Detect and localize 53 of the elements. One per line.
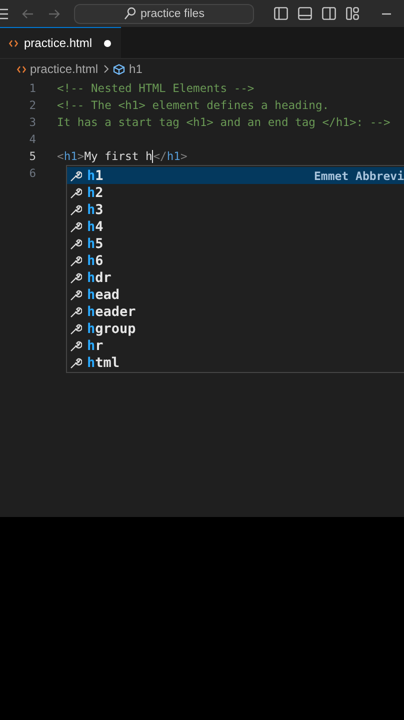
cube-icon: [113, 64, 126, 74]
wrench-icon: [70, 170, 82, 182]
code-line: <!-- Nested HTML Elements -->: [57, 82, 254, 95]
wrench-icon: [70, 322, 82, 334]
line-number: 4: [28, 133, 37, 146]
suggestion-item[interactable]: header: [67, 303, 404, 320]
tab-label: practice.html: [24, 36, 92, 50]
wrench-icon: [70, 220, 82, 232]
wrench-icon: [70, 204, 82, 216]
suggestion-item[interactable]: h5: [67, 235, 404, 252]
minimize-icon[interactable]: [382, 12, 391, 14]
line-number: 5: [28, 150, 37, 163]
wrench-icon: [70, 288, 82, 300]
panel-toggle-icon[interactable]: [298, 7, 312, 20]
code-line: <h1>My first h</h1>: [57, 150, 188, 163]
search-icon: [124, 7, 136, 20]
chevron-icon: [104, 65, 110, 73]
suggestion-item[interactable]: head: [67, 286, 404, 303]
suggestion-item[interactable]: h r: [67, 337, 404, 354]
wrench-icon: [70, 356, 82, 368]
search-field[interactable]: practice files: [74, 4, 254, 24]
wrench-icon: [70, 272, 82, 284]
back-icon[interactable]: [22, 8, 34, 18]
wrench-icon: [70, 238, 82, 250]
suggestion-item[interactable]: hdr: [67, 269, 404, 286]
suggestion-item[interactable]: h4: [67, 218, 404, 235]
code-line: <!-- The <h1> element defines a heading.: [57, 99, 330, 112]
menu-icon[interactable]: [0, 8, 8, 20]
wrench-icon: [70, 186, 82, 198]
code-file-icon: [9, 40, 18, 46]
wrench-icon: [70, 306, 82, 318]
sidebar-toggle-icon[interactable]: [274, 7, 288, 20]
suggestion-item[interactable]: h2: [67, 184, 404, 201]
code-file-icon: [17, 66, 26, 72]
line-number: 6: [28, 167, 37, 180]
breadcrumb-item[interactable]: practice.html: [30, 62, 98, 76]
line-number: 1: [28, 82, 37, 95]
breadcrumb-item[interactable]: h1: [129, 62, 142, 76]
line-number: 2: [28, 99, 37, 112]
forward-icon[interactable]: [48, 8, 60, 18]
secondary-sidebar-icon[interactable]: [322, 7, 336, 20]
code-line: It has a start tag <h1> and an end tag </h1>: -->: [57, 116, 390, 129]
line-number: 3: [28, 116, 37, 129]
editor-tab[interactable]: practice.html: [0, 27, 122, 58]
suggestion-item[interactable]: h1 Emmet Abbrevi: [67, 167, 404, 184]
layout-icon[interactable]: [346, 7, 359, 20]
suggestion-item[interactable]: h3: [67, 201, 404, 218]
suggestion-item[interactable]: h6: [67, 252, 404, 269]
suggestion-detail: Emmet Abbrevi: [314, 168, 404, 182]
suggestion-item[interactable]: hgroup: [67, 320, 404, 337]
wrench-icon: [70, 340, 82, 352]
wrench-icon: [70, 254, 82, 266]
suggestion-item[interactable]: html: [67, 354, 404, 371]
